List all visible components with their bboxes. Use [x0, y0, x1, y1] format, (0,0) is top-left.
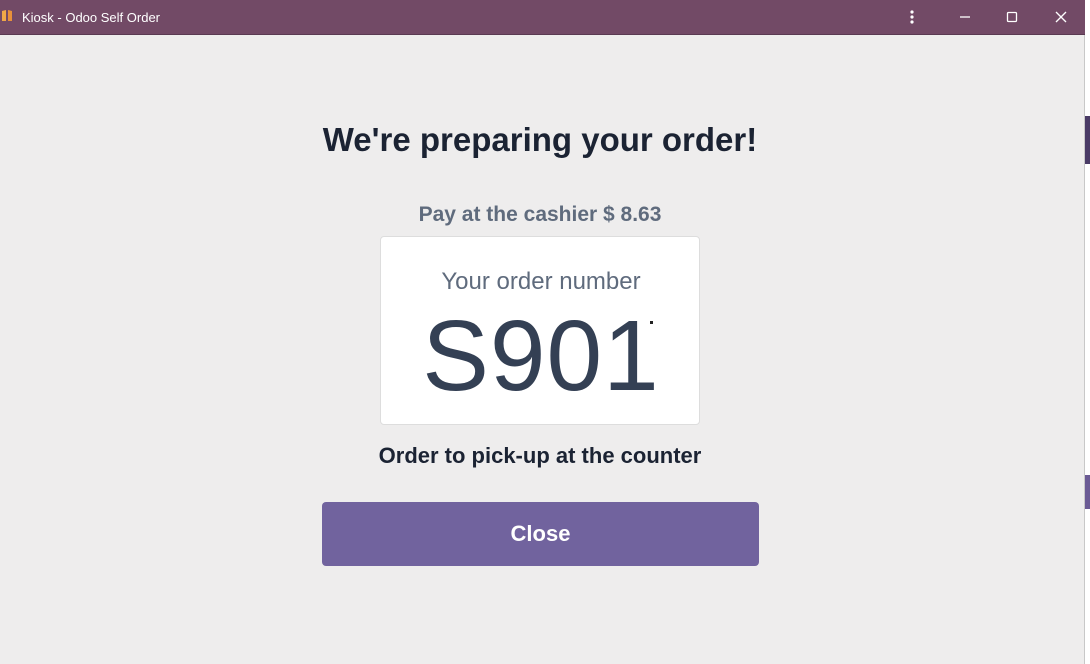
kiosk-window: Kiosk - Odoo Self Order We're preparing … [0, 0, 1085, 664]
minimize-icon [960, 16, 970, 18]
more-options-button[interactable] [889, 0, 935, 34]
pickup-instruction: Order to pick-up at the counter [378, 443, 702, 468]
order-number-label: Your order number [441, 268, 641, 295]
window-title: Kiosk - Odoo Self Order [22, 10, 160, 25]
maximize-icon [1006, 11, 1018, 23]
payment-instruction: Pay at the cashier $ 8.63 [418, 203, 662, 226]
close-button[interactable]: Close [322, 502, 759, 566]
background-window-edge [1085, 475, 1090, 509]
maximize-button[interactable] [989, 0, 1035, 34]
close-window-button[interactable] [1038, 0, 1084, 34]
mouse-cursor [650, 321, 653, 324]
app-icon [2, 10, 12, 21]
confirmation-heading: We're preparing your order! [322, 121, 758, 158]
close-icon [1055, 11, 1067, 23]
more-vert-icon [910, 10, 914, 24]
background-window-edge [1085, 116, 1090, 164]
minimize-button[interactable] [942, 0, 988, 34]
order-number: S901 [422, 300, 660, 412]
title-bar: Kiosk - Odoo Self Order [0, 0, 1085, 35]
order-number-card: Your order number S901 [380, 236, 700, 425]
